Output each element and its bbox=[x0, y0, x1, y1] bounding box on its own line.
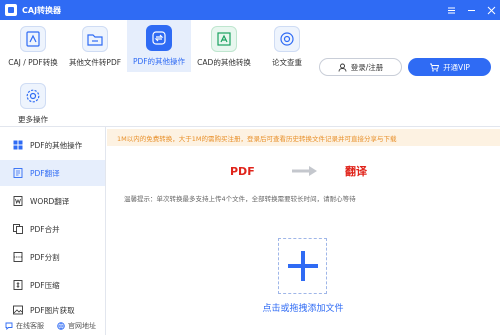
sidebar: PDF的其他操作 PDF翻译 WORD翻译 PDF合并 PDF分割 PDF压缩 bbox=[0, 127, 106, 335]
minimize-icon[interactable] bbox=[461, 0, 481, 20]
login-register-label: 登录/注册 bbox=[350, 62, 384, 72]
sidebar-item-pdf-split[interactable]: PDF分割 bbox=[0, 244, 105, 270]
tool-caj-pdf-convert[interactable]: CAJ / PDF转换 bbox=[1, 21, 65, 73]
caj-pdf-icon bbox=[20, 26, 46, 52]
official-website-link[interactable]: 官网地址 bbox=[57, 320, 96, 332]
online-service-label: 在线客服 bbox=[16, 322, 44, 330]
sidebar-item-label: WORD翻译 bbox=[30, 196, 70, 206]
app-title: CAJ转换器 bbox=[22, 5, 62, 15]
cad-icon bbox=[211, 26, 237, 52]
compress-icon bbox=[12, 280, 23, 291]
tool-paper-check[interactable]: 论文查重 bbox=[255, 21, 319, 73]
tool-label: CAD的其他转换 bbox=[197, 58, 251, 67]
sidebar-item-label: PDF合并 bbox=[30, 224, 60, 234]
sidebar-item-pdf-compress[interactable]: PDF压缩 bbox=[0, 272, 105, 298]
at-sign-icon bbox=[274, 26, 300, 52]
plus-icon bbox=[286, 249, 320, 283]
tool-more-ops[interactable]: 更多操作 bbox=[1, 78, 65, 130]
sidebar-item-label: PDF图片获取 bbox=[30, 305, 75, 315]
translate-doc-icon bbox=[12, 168, 23, 179]
sidebar-item-label: PDF分割 bbox=[30, 252, 60, 262]
sidebar-item-pdf-merge[interactable]: PDF合并 bbox=[0, 216, 105, 242]
open-vip-button[interactable]: 开通VIP bbox=[408, 58, 491, 76]
conversion-from: PDF bbox=[230, 164, 255, 178]
sidebar-item-label: PDF压缩 bbox=[30, 280, 60, 290]
open-vip-label: 开通VIP bbox=[443, 62, 470, 72]
sidebar-item-word-translate[interactable]: WORD翻译 bbox=[0, 188, 105, 214]
tool-other-to-pdf[interactable]: 其他文件转PDF bbox=[63, 21, 127, 73]
word-doc-icon bbox=[12, 196, 23, 207]
image-icon bbox=[12, 305, 23, 316]
grid-icon bbox=[12, 140, 23, 151]
vip-cart-icon bbox=[429, 63, 440, 72]
sidebar-item-pdf-translate[interactable]: PDF翻译 bbox=[0, 160, 105, 186]
tool-label: PDF的其他操作 bbox=[132, 57, 186, 66]
tool-label: CAJ / PDF转换 bbox=[8, 58, 58, 67]
menu-icon[interactable] bbox=[441, 0, 461, 20]
official-website-label: 官网地址 bbox=[68, 322, 96, 330]
login-register-button[interactable]: 登录/注册 bbox=[319, 58, 402, 76]
app-logo-icon bbox=[5, 4, 17, 16]
merge-icon bbox=[12, 224, 23, 235]
tool-label: 更多操作 bbox=[18, 115, 48, 124]
title-bar: CAJ转换器 bbox=[0, 0, 500, 20]
split-icon bbox=[12, 252, 23, 263]
user-icon bbox=[338, 63, 347, 72]
tool-label: 其他文件转PDF bbox=[68, 58, 122, 67]
chat-icon bbox=[5, 322, 13, 330]
sidebar-item-label: PDF翻译 bbox=[30, 168, 60, 178]
close-icon[interactable] bbox=[481, 0, 500, 20]
file-drop-zone[interactable] bbox=[278, 238, 327, 294]
conversion-to: 翻译 bbox=[345, 165, 367, 178]
tool-label: 论文查重 bbox=[272, 58, 302, 67]
sidebar-item-pdf-other-ops[interactable]: PDF的其他操作 bbox=[0, 132, 105, 158]
gear-icon bbox=[20, 83, 46, 109]
folder-icon bbox=[82, 26, 108, 52]
sidebar-item-label: PDF的其他操作 bbox=[30, 140, 83, 150]
toolbar: CAJ / PDF转换 其他文件转PDF PDF的其他操作 CAD的其他转换 论… bbox=[0, 20, 500, 127]
arrow-right-icon bbox=[291, 165, 319, 179]
online-service-link[interactable]: 在线客服 bbox=[5, 320, 44, 332]
notice-banner: 1M以内的免费转换，大于1M的需购买注册，登录后可查看历史转换文件记录并可直接分… bbox=[107, 129, 500, 146]
tool-cad-other-convert[interactable]: CAD的其他转换 bbox=[192, 21, 256, 73]
add-file-label[interactable]: 点击或拖拽添加文件 bbox=[248, 301, 358, 314]
notice-text: 1M以内的免费转换，大于1M的需购买注册，登录后可查看历史转换文件记录并可直接分… bbox=[117, 134, 397, 143]
globe-icon bbox=[57, 322, 65, 330]
hint-text: 温馨提示：单次转换最多支持上传4个文件，全部转换需要较长时间，请耐心等待 bbox=[124, 195, 356, 203]
pdf-ops-icon bbox=[146, 25, 172, 51]
tool-pdf-other-ops[interactable]: PDF的其他操作 bbox=[127, 20, 191, 72]
